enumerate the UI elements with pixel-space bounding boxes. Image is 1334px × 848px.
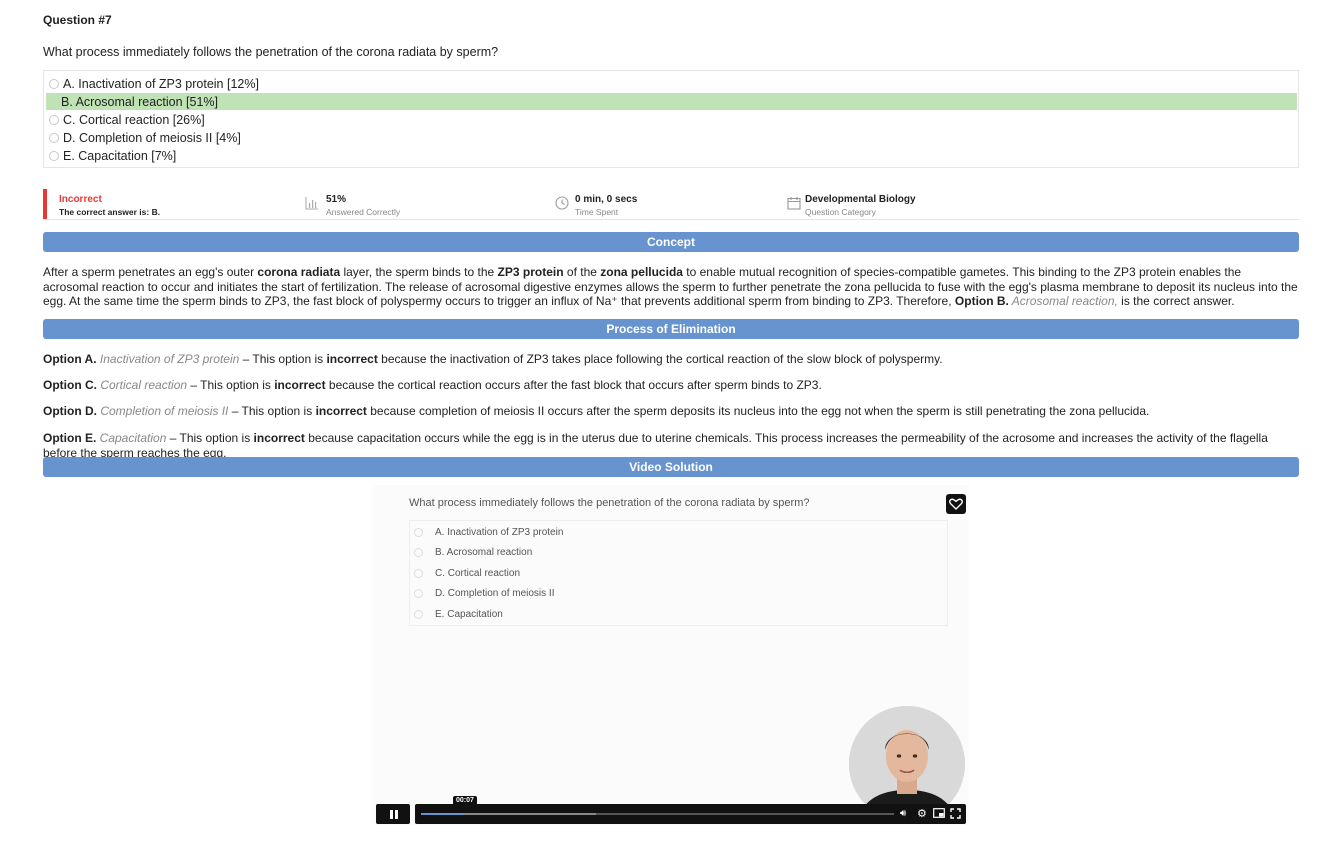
option-d[interactable]: D. Completion of meiosis II [4%] (46, 129, 1297, 146)
radio-icon (414, 528, 423, 537)
fullscreen-icon[interactable] (950, 808, 961, 823)
video-controls: 00:07 🔊︎ ⚙︎ (376, 796, 966, 824)
radio-icon (414, 610, 423, 619)
option-a[interactable]: A. Inactivation of ZP3 protein [12%] (46, 75, 1297, 92)
incorrect-indicator (43, 189, 47, 219)
control-bar: 00:07 🔊︎ ⚙︎ (415, 796, 966, 824)
calendar-icon (787, 197, 801, 210)
video-option: D. Completion of meiosis II (414, 588, 555, 599)
radio-icon (414, 569, 423, 578)
progress-track[interactable] (421, 813, 894, 815)
concept-header: Concept (43, 232, 1299, 252)
video-player[interactable]: What process immediately follows the pen… (373, 485, 969, 825)
percent-value: 51% (326, 194, 347, 205)
option-b-correct[interactable]: B. Acrosomal reaction [51%] (46, 93, 1297, 110)
percent-correct-stat: 51% Answered Correctly (326, 194, 400, 217)
pause-button[interactable] (376, 804, 410, 824)
elimination-header: Process of Elimination (43, 319, 1299, 339)
result-stats: Incorrect The correct answer is: B. 51% … (43, 189, 1299, 220)
favorite-button[interactable] (946, 494, 966, 514)
bar-chart-icon (305, 197, 318, 210)
video-option: E. Capacitation (414, 609, 503, 620)
radio-icon[interactable] (49, 132, 59, 143)
option-label: D. Completion of meiosis II [4%] (63, 130, 241, 145)
option-label: E. Capacitation [7%] (63, 148, 177, 163)
radio-icon (414, 548, 423, 557)
clock-icon (555, 196, 569, 210)
video-options: A. Inactivation of ZP3 protein B. Acroso… (409, 520, 948, 626)
category-label: Question Category (805, 207, 876, 217)
radio-icon (414, 589, 423, 598)
option-label: C. Cortical reaction [26%] (63, 112, 205, 127)
current-time-tooltip: 00:07 (453, 796, 477, 805)
time-label: Time Spent (575, 207, 619, 217)
elimination-option-e: Option E. Capacitation – This option is … (43, 431, 1268, 460)
percent-label: Answered Correctly (326, 207, 401, 217)
question-text: What process immediately follows the pen… (43, 45, 499, 59)
correct-answer-text: The correct answer is: B. (59, 207, 161, 217)
picture-in-picture-icon[interactable] (933, 808, 945, 822)
pause-icon (390, 810, 393, 819)
option-e[interactable]: E. Capacitation [7%] (46, 147, 1297, 164)
category-value: Developmental Biology (805, 194, 916, 205)
answer-options: A. Inactivation of ZP3 protein [12%] B. … (43, 70, 1299, 168)
progress-fill (421, 813, 464, 815)
video-option: A. Inactivation of ZP3 protein (414, 527, 563, 538)
volume-icon[interactable]: 🔊︎ (900, 808, 906, 820)
result-status: Incorrect The correct answer is: B. (59, 194, 160, 217)
category-stat: Developmental Biology Question Category (805, 194, 916, 217)
question-number: Question #7 (43, 13, 112, 27)
gear-icon[interactable]: ⚙︎ (917, 808, 927, 820)
video-question-text: What process immediately follows the pen… (409, 497, 810, 509)
video-option: C. Cortical reaction (414, 568, 520, 579)
radio-icon[interactable] (49, 114, 59, 125)
radio-icon[interactable] (49, 78, 59, 89)
video-solution-header: Video Solution (43, 457, 1299, 477)
elimination-option-a: Option A. Inactivation of ZP3 protein – … (43, 352, 943, 366)
heart-icon (949, 498, 963, 510)
elimination-option-c: Option C. Cortical reaction – This optio… (43, 378, 822, 392)
result-label: Incorrect (59, 194, 102, 205)
time-value: 0 min, 0 secs (575, 194, 638, 205)
elimination-option-d: Option D. Completion of meiosis II – Thi… (43, 404, 1150, 418)
option-c[interactable]: C. Cortical reaction [26%] (46, 111, 1297, 128)
option-label: B. Acrosomal reaction [51%] (61, 94, 219, 109)
time-spent-stat: 0 min, 0 secs Time Spent (575, 194, 637, 217)
radio-icon[interactable] (49, 150, 59, 161)
video-option: B. Acrosomal reaction (414, 547, 532, 558)
option-label: A. Inactivation of ZP3 protein [12%] (63, 76, 259, 91)
concept-explanation: After a sperm penetrates an egg's outer … (43, 265, 1298, 308)
